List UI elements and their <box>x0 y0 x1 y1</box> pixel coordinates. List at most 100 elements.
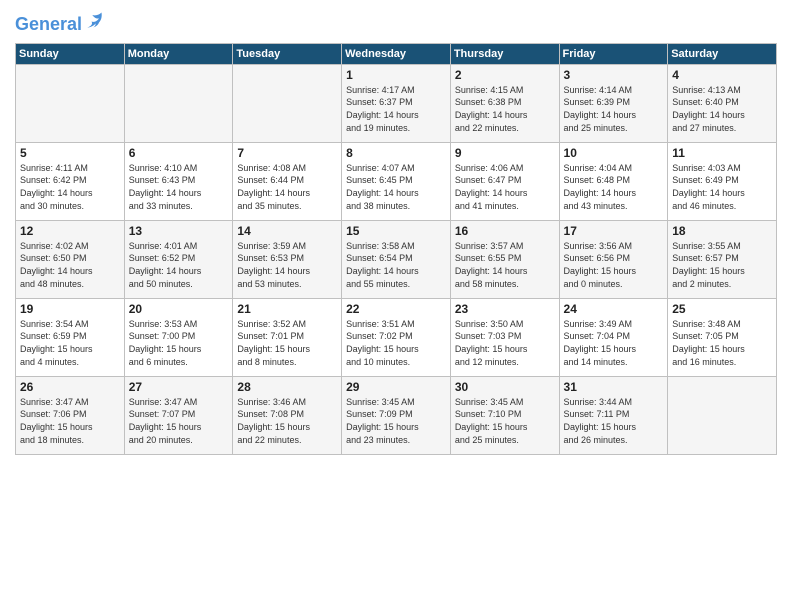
day-cell <box>124 64 233 142</box>
calendar-table: SundayMondayTuesdayWednesdayThursdayFrid… <box>15 43 777 455</box>
day-number: 25 <box>672 302 772 316</box>
day-cell: 23 Sunrise: 3:50 AM Sunset: 7:03 PM Dayli… <box>450 298 559 376</box>
logo-bird-icon <box>84 10 104 30</box>
day-content: Sunrise: 3:50 AM Sunset: 7:03 PM Dayligh… <box>455 318 555 368</box>
header-cell-saturday: Saturday <box>668 43 777 64</box>
day-content: Sunrise: 4:10 AM Sunset: 6:43 PM Dayligh… <box>129 162 229 212</box>
day-cell: 19 Sunrise: 3:54 AM Sunset: 6:59 PM Dayli… <box>16 298 125 376</box>
day-number: 12 <box>20 224 120 238</box>
header-cell-thursday: Thursday <box>450 43 559 64</box>
day-number: 19 <box>20 302 120 316</box>
day-number: 10 <box>564 146 664 160</box>
day-content: Sunrise: 4:08 AM Sunset: 6:44 PM Dayligh… <box>237 162 337 212</box>
day-content: Sunrise: 3:55 AM Sunset: 6:57 PM Dayligh… <box>672 240 772 290</box>
day-number: 11 <box>672 146 772 160</box>
day-content: Sunrise: 4:15 AM Sunset: 6:38 PM Dayligh… <box>455 84 555 134</box>
day-number: 9 <box>455 146 555 160</box>
day-number: 14 <box>237 224 337 238</box>
day-cell <box>668 376 777 454</box>
day-cell: 16Sunrise: 3:57 AM Sunset: 6:55 PM Dayli… <box>450 220 559 298</box>
day-number: 5 <box>20 146 120 160</box>
day-content: Sunrise: 3:57 AM Sunset: 6:55 PM Dayligh… <box>455 240 555 290</box>
calendar-page: General SundayMondayTuesdayWednesdayThur… <box>0 0 792 612</box>
day-content: Sunrise: 3:54 AM Sunset: 6:59 PM Dayligh… <box>20 318 120 368</box>
day-cell: 18 Sunrise: 3:55 AM Sunset: 6:57 PM Dayli… <box>668 220 777 298</box>
day-number: 26 <box>20 380 120 394</box>
day-content: Sunrise: 4:01 AM Sunset: 6:52 PM Dayligh… <box>129 240 229 290</box>
week-row-4: 19 Sunrise: 3:54 AM Sunset: 6:59 PM Dayli… <box>16 298 777 376</box>
day-cell: 2 Sunrise: 4:15 AM Sunset: 6:38 PM Daylig… <box>450 64 559 142</box>
day-content: Sunrise: 4:14 AM Sunset: 6:39 PM Dayligh… <box>564 84 664 134</box>
day-number: 20 <box>129 302 229 316</box>
day-content: Sunrise: 3:44 AM Sunset: 7:11 PM Dayligh… <box>564 396 664 446</box>
day-cell: 22 Sunrise: 3:51 AM Sunset: 7:02 PM Dayli… <box>342 298 451 376</box>
header-cell-tuesday: Tuesday <box>233 43 342 64</box>
day-cell: 28 Sunrise: 3:46 AM Sunset: 7:08 PM Dayli… <box>233 376 342 454</box>
header-row: SundayMondayTuesdayWednesdayThursdayFrid… <box>16 43 777 64</box>
day-number: 21 <box>237 302 337 316</box>
day-number: 27 <box>129 380 229 394</box>
day-content: Sunrise: 3:56 AM Sunset: 6:56 PM Dayligh… <box>564 240 664 290</box>
logo-general: General <box>15 14 82 34</box>
day-content: Sunrise: 4:17 AM Sunset: 6:37 PM Dayligh… <box>346 84 446 134</box>
day-content: Sunrise: 4:03 AM Sunset: 6:49 PM Dayligh… <box>672 162 772 212</box>
logo-text: General <box>15 10 104 35</box>
day-cell: 9 Sunrise: 4:06 AM Sunset: 6:47 PM Daylig… <box>450 142 559 220</box>
day-number: 7 <box>237 146 337 160</box>
day-cell <box>16 64 125 142</box>
day-content: Sunrise: 3:49 AM Sunset: 7:04 PM Dayligh… <box>564 318 664 368</box>
day-content: Sunrise: 4:02 AM Sunset: 6:50 PM Dayligh… <box>20 240 120 290</box>
day-content: Sunrise: 3:46 AM Sunset: 7:08 PM Dayligh… <box>237 396 337 446</box>
day-number: 24 <box>564 302 664 316</box>
day-cell: 8Sunrise: 4:07 AM Sunset: 6:45 PM Daylig… <box>342 142 451 220</box>
day-number: 4 <box>672 68 772 82</box>
day-content: Sunrise: 3:45 AM Sunset: 7:09 PM Dayligh… <box>346 396 446 446</box>
day-cell: 21 Sunrise: 3:52 AM Sunset: 7:01 PM Dayli… <box>233 298 342 376</box>
week-row-2: 5 Sunrise: 4:11 AM Sunset: 6:42 PM Daylig… <box>16 142 777 220</box>
day-content: Sunrise: 3:51 AM Sunset: 7:02 PM Dayligh… <box>346 318 446 368</box>
day-cell: 15Sunrise: 3:58 AM Sunset: 6:54 PM Dayli… <box>342 220 451 298</box>
day-content: Sunrise: 4:04 AM Sunset: 6:48 PM Dayligh… <box>564 162 664 212</box>
day-cell: 7 Sunrise: 4:08 AM Sunset: 6:44 PM Daylig… <box>233 142 342 220</box>
day-cell: 26 Sunrise: 3:47 AM Sunset: 7:06 PM Dayli… <box>16 376 125 454</box>
header-cell-sunday: Sunday <box>16 43 125 64</box>
day-cell <box>233 64 342 142</box>
day-cell: 4 Sunrise: 4:13 AM Sunset: 6:40 PM Daylig… <box>668 64 777 142</box>
day-cell: 30Sunrise: 3:45 AM Sunset: 7:10 PM Dayli… <box>450 376 559 454</box>
week-row-3: 12 Sunrise: 4:02 AM Sunset: 6:50 PM Dayli… <box>16 220 777 298</box>
day-cell: 6Sunrise: 4:10 AM Sunset: 6:43 PM Daylig… <box>124 142 233 220</box>
day-content: Sunrise: 3:47 AM Sunset: 7:06 PM Dayligh… <box>20 396 120 446</box>
day-content: Sunrise: 4:11 AM Sunset: 6:42 PM Dayligh… <box>20 162 120 212</box>
header-cell-friday: Friday <box>559 43 668 64</box>
day-cell: 12 Sunrise: 4:02 AM Sunset: 6:50 PM Dayli… <box>16 220 125 298</box>
day-number: 13 <box>129 224 229 238</box>
day-cell: 31 Sunrise: 3:44 AM Sunset: 7:11 PM Dayli… <box>559 376 668 454</box>
day-number: 1 <box>346 68 446 82</box>
day-number: 18 <box>672 224 772 238</box>
day-cell: 24 Sunrise: 3:49 AM Sunset: 7:04 PM Dayli… <box>559 298 668 376</box>
header-cell-wednesday: Wednesday <box>342 43 451 64</box>
day-number: 29 <box>346 380 446 394</box>
day-cell: 27 Sunrise: 3:47 AM Sunset: 7:07 PM Dayli… <box>124 376 233 454</box>
day-content: Sunrise: 3:48 AM Sunset: 7:05 PM Dayligh… <box>672 318 772 368</box>
day-content: Sunrise: 3:53 AM Sunset: 7:00 PM Dayligh… <box>129 318 229 368</box>
day-number: 23 <box>455 302 555 316</box>
day-number: 2 <box>455 68 555 82</box>
day-cell: 29 Sunrise: 3:45 AM Sunset: 7:09 PM Dayli… <box>342 376 451 454</box>
day-content: Sunrise: 3:47 AM Sunset: 7:07 PM Dayligh… <box>129 396 229 446</box>
day-content: Sunrise: 4:13 AM Sunset: 6:40 PM Dayligh… <box>672 84 772 134</box>
day-cell: 14Sunrise: 3:59 AM Sunset: 6:53 PM Dayli… <box>233 220 342 298</box>
day-cell: 13 Sunrise: 4:01 AM Sunset: 6:52 PM Dayli… <box>124 220 233 298</box>
day-number: 28 <box>237 380 337 394</box>
week-row-5: 26 Sunrise: 3:47 AM Sunset: 7:06 PM Dayli… <box>16 376 777 454</box>
header-cell-monday: Monday <box>124 43 233 64</box>
day-number: 22 <box>346 302 446 316</box>
day-content: Sunrise: 3:58 AM Sunset: 6:54 PM Dayligh… <box>346 240 446 290</box>
day-cell: 3Sunrise: 4:14 AM Sunset: 6:39 PM Daylig… <box>559 64 668 142</box>
day-content: Sunrise: 3:52 AM Sunset: 7:01 PM Dayligh… <box>237 318 337 368</box>
day-number: 31 <box>564 380 664 394</box>
day-number: 8 <box>346 146 446 160</box>
day-content: Sunrise: 4:06 AM Sunset: 6:47 PM Dayligh… <box>455 162 555 212</box>
day-cell: 25 Sunrise: 3:48 AM Sunset: 7:05 PM Dayli… <box>668 298 777 376</box>
header: General <box>15 10 777 35</box>
